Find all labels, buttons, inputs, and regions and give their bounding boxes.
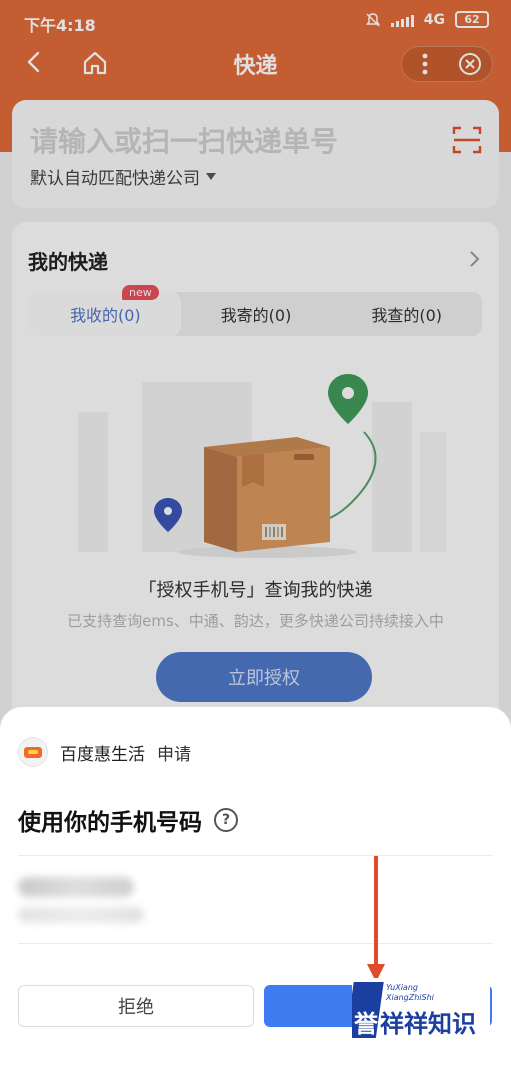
help-icon[interactable]: ?: [214, 808, 238, 832]
divider: [18, 943, 493, 944]
divider: [18, 855, 493, 856]
svg-text:祥祥知识: 祥祥知识: [380, 1010, 476, 1038]
red-arrow-annotation: [367, 856, 385, 982]
sheet-title: 使用你的手机号码 ?: [18, 803, 238, 837]
svg-text:YuXiang: YuXiang: [386, 983, 418, 992]
sheet-title-text: 使用你的手机号码: [18, 810, 202, 836]
reject-button[interactable]: 拒绝: [18, 985, 254, 1027]
watermark-logo: YuXiang XiangZhiShi 誉 祥祥知识: [352, 982, 476, 1038]
app-name: 百度惠生活: [60, 744, 145, 765]
svg-text:XiangZhiShi: XiangZhiShi: [385, 993, 435, 1002]
phone-number-option[interactable]: [18, 869, 218, 929]
svg-text:誉: 誉: [354, 1010, 379, 1038]
blurred-phone-number: [18, 877, 134, 897]
app-logo-icon: [18, 737, 48, 767]
apply-label: 申请: [157, 744, 191, 765]
blurred-phone-note: [18, 907, 144, 923]
app-info-row: 百度惠生活 申请: [18, 737, 191, 767]
